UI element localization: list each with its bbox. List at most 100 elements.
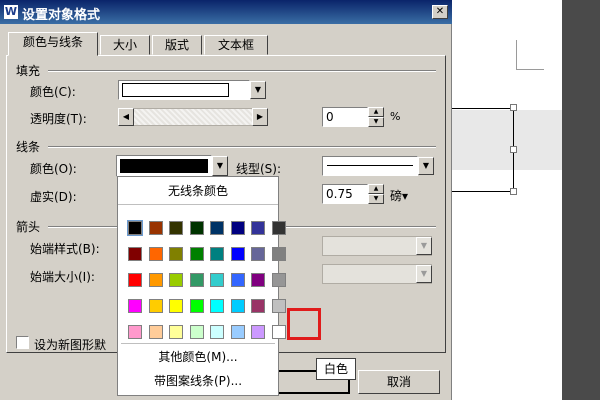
color-swatch[interactable] [230,273,245,287]
chevron-down-icon: ▼ [216,161,224,170]
begin-style-label: 始端样式(B): [30,242,100,256]
color-swatch[interactable] [128,247,142,261]
set-default-checkbox[interactable] [16,336,29,349]
color-swatch[interactable] [148,273,163,287]
transparency-scroll-right[interactable]: ▶ [252,108,268,126]
color-swatch[interactable] [271,325,286,339]
color-tooltip: 白色 [316,358,356,380]
end-style-dropdown-button[interactable]: ▼ [416,237,432,255]
color-swatch[interactable] [251,221,265,235]
color-swatch[interactable] [271,273,286,287]
color-swatch[interactable] [169,299,183,313]
color-swatch[interactable] [148,299,163,313]
color-swatch[interactable] [230,299,245,313]
spin-down-icon: ▼ [373,195,379,202]
color-swatch[interactable] [128,325,142,339]
color-swatch[interactable] [148,247,163,261]
resize-handle-bottom-right[interactable] [510,188,517,195]
color-swatch[interactable] [128,299,142,313]
color-swatch[interactable] [189,273,204,287]
page-margin-marker [516,40,544,70]
color-swatch[interactable] [230,221,245,235]
color-swatch[interactable] [230,247,245,261]
color-swatch[interactable] [189,221,204,235]
color-swatch[interactable] [251,273,265,287]
line-style-dropdown-button[interactable]: ▼ [418,157,434,175]
line-weight-spin-down[interactable]: ▼ [368,194,384,204]
fill-group-divider [48,70,436,72]
end-size-dropdown-button[interactable]: ▼ [416,265,432,283]
color-swatch[interactable] [271,247,286,261]
color-swatch[interactable] [128,273,142,287]
color-swatch[interactable] [127,220,143,236]
cancel-label: 取消 [386,375,411,389]
dialog-titlebar[interactable]: W 设置对象格式 ✕ [0,0,452,24]
tab-size[interactable]: 大小 [100,35,150,55]
transparency-input[interactable]: 0 [322,107,368,127]
color-swatch[interactable] [210,221,224,235]
fill-color-dropdown-button[interactable]: ▼ [250,81,266,99]
color-swatch[interactable] [148,221,163,235]
color-swatch[interactable] [251,247,265,261]
arrow-group-label: 箭头 [16,220,41,234]
close-button[interactable]: ✕ [432,5,448,19]
line-color-dropdown-button[interactable]: ▼ [212,156,228,176]
cancel-button[interactable]: 取消 [358,370,440,394]
fill-group-label: 填充 [16,64,41,78]
color-swatch[interactable] [230,325,245,339]
spin-up-icon: ▲ [373,185,379,192]
color-swatch[interactable] [210,325,224,339]
color-swatch[interactable] [271,221,286,235]
color-swatch[interactable] [189,247,204,261]
transparency-spin-up[interactable]: ▲ [368,107,384,117]
transparency-scroll-left[interactable]: ◀ [118,108,134,126]
line-weight-spin-up[interactable]: ▲ [368,184,384,194]
resize-handle-right[interactable] [510,146,517,153]
pattern-line-button[interactable]: 带图案线条(P)... [118,371,278,391]
color-swatch[interactable] [210,247,224,261]
color-swatch[interactable] [251,325,265,339]
begin-size-label: 始端大小(I): [30,270,95,284]
selected-shape[interactable] [452,108,514,192]
chevron-down-icon: ▼ [420,269,428,278]
more-colors-button[interactable]: 其他颜色(M)... [118,347,278,367]
transparency-slider[interactable] [118,108,268,126]
color-swatch[interactable] [189,299,204,313]
wps-app-icon: W [4,5,18,19]
resize-handle-top-right[interactable] [510,104,517,111]
tab-label: 版式 [164,38,189,52]
dialog-title: 设置对象格式 [22,8,101,23]
set-default-label: 设为新图形默 [34,338,107,352]
close-icon: ✕ [435,6,445,17]
chevron-down-icon: ▼ [420,241,428,250]
fill-color-dropdown[interactable] [118,80,250,100]
color-swatch[interactable] [271,299,286,313]
tab-layout[interactable]: 版式 [152,35,202,55]
line-weight-unit-dropdown[interactable]: 磅▾ [390,187,408,204]
color-swatch[interactable] [169,221,183,235]
percent-unit: % [390,110,401,123]
white-swatch-highlight [287,308,321,340]
no-line-color-button[interactable]: 无线条颜色 [118,177,278,205]
line-weight-input[interactable]: 0.75 [322,184,368,204]
transparency-value: 0 [326,110,334,124]
tab-textbox[interactable]: 文本框 [204,35,268,55]
color-swatch[interactable] [251,299,265,313]
scroll-right-icon: ▶ [256,112,264,121]
color-swatch[interactable] [169,247,183,261]
tab-label: 大小 [112,38,137,52]
color-swatch[interactable] [210,299,224,313]
color-swatch[interactable] [210,273,224,287]
color-swatch[interactable] [148,325,163,339]
scroll-left-icon: ◀ [122,112,130,121]
line-color-dropdown[interactable] [116,155,212,177]
spin-down-icon: ▼ [373,118,379,125]
color-swatch[interactable] [169,325,183,339]
color-swatch[interactable] [189,325,204,339]
tab-color-and-lines[interactable]: 颜色与线条 [8,32,98,56]
transparency-label: 透明度(T): [30,112,87,126]
transparency-spin-down[interactable]: ▼ [368,117,384,127]
fill-color-preview [122,83,229,97]
line-style-dropdown[interactable] [322,156,418,176]
color-swatch[interactable] [169,273,183,287]
